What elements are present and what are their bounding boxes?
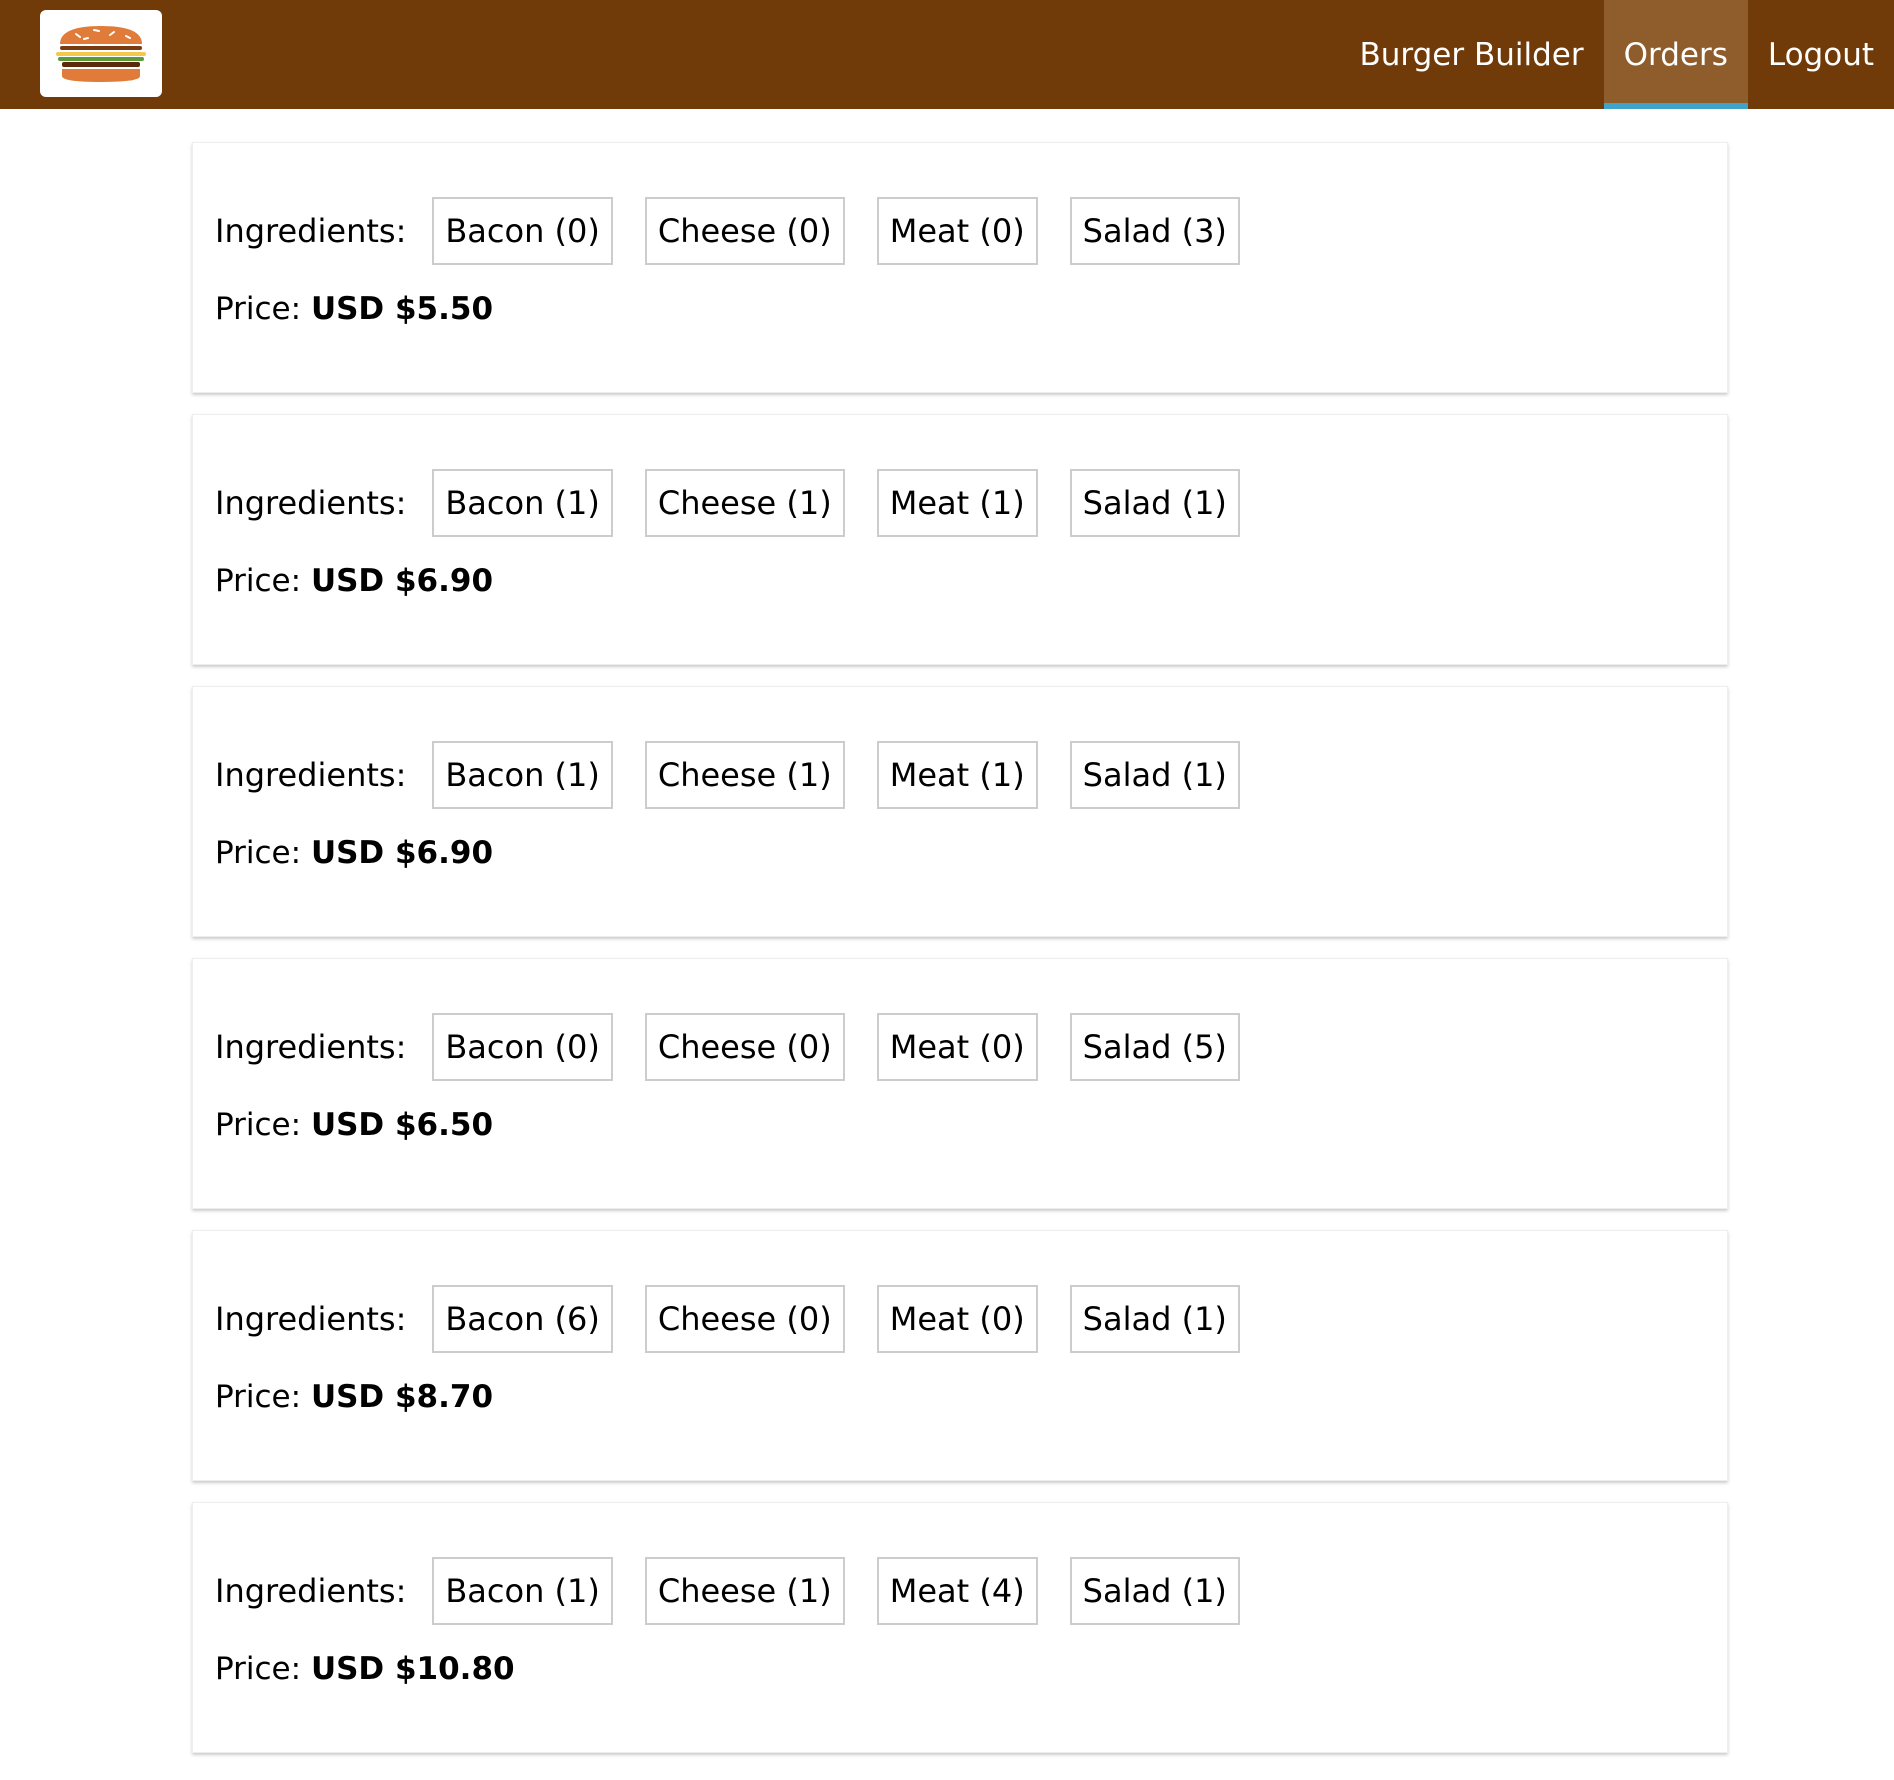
- price-value: USD $5.50: [310, 291, 494, 327]
- order-card: Ingredients: Bacon (0) Cheese (0) Meat (…: [192, 142, 1728, 393]
- order-price: Price: USD $6.90: [215, 563, 493, 599]
- order-price: Price: USD $8.70: [215, 1379, 493, 1415]
- ingredient-cheese: Cheese (0): [644, 1285, 845, 1353]
- ingredients-row: Ingredients: Bacon (0) Cheese (0) Meat (…: [215, 197, 1272, 265]
- ingredients-label: Ingredients:: [215, 756, 407, 794]
- ingredients-row: Ingredients: Bacon (0) Cheese (0) Meat (…: [215, 1013, 1272, 1081]
- ingredient-meat: Meat (0): [876, 1013, 1038, 1081]
- logo[interactable]: [40, 10, 162, 97]
- ingredient-bacon: Bacon (0): [432, 1013, 613, 1081]
- nav-item-logout[interactable]: Logout: [1748, 0, 1894, 109]
- ingredient-meat: Meat (0): [876, 197, 1038, 265]
- ingredient-bacon: Bacon (1): [432, 469, 613, 537]
- ingredient-meat: Meat (1): [876, 741, 1038, 809]
- ingredient-salad: Salad (1): [1069, 1557, 1240, 1625]
- nav-item-burger-builder[interactable]: Burger Builder: [1340, 0, 1604, 109]
- ingredients-label: Ingredients:: [215, 1572, 407, 1610]
- ingredient-meat: Meat (0): [876, 1285, 1038, 1353]
- order-price: Price: USD $10.80: [215, 1651, 515, 1687]
- ingredient-bacon: Bacon (1): [432, 1557, 613, 1625]
- ingredients-row: Ingredients: Bacon (1) Cheese (1) Meat (…: [215, 741, 1272, 809]
- ingredient-bacon: Bacon (1): [432, 741, 613, 809]
- burger-logo-icon: [56, 26, 146, 82]
- ingredient-salad: Salad (3): [1069, 197, 1240, 265]
- ingredient-salad: Salad (1): [1069, 741, 1240, 809]
- price-value: USD $6.90: [310, 563, 494, 599]
- ingredient-meat: Meat (1): [876, 469, 1038, 537]
- order-card: Ingredients: Bacon (6) Cheese (0) Meat (…: [192, 1230, 1728, 1481]
- price-value: USD $6.90: [310, 835, 494, 871]
- ingredients-row: Ingredients: Bacon (1) Cheese (1) Meat (…: [215, 469, 1272, 537]
- ingredient-bacon: Bacon (6): [432, 1285, 613, 1353]
- ingredient-cheese: Cheese (0): [644, 197, 845, 265]
- ingredients-row: Ingredients: Bacon (6) Cheese (0) Meat (…: [215, 1285, 1272, 1353]
- ingredients-label: Ingredients:: [215, 484, 407, 522]
- price-label: Price:: [215, 563, 302, 599]
- order-card: Ingredients: Bacon (0) Cheese (0) Meat (…: [192, 958, 1728, 1209]
- price-label: Price:: [215, 1107, 302, 1143]
- price-label: Price:: [215, 1379, 302, 1415]
- ingredient-meat: Meat (4): [876, 1557, 1038, 1625]
- order-price: Price: USD $6.90: [215, 835, 493, 871]
- ingredients-row: Ingredients: Bacon (1) Cheese (1) Meat (…: [215, 1557, 1272, 1625]
- ingredient-cheese: Cheese (1): [644, 741, 845, 809]
- toolbar: Burger Builder Orders Logout: [0, 0, 1894, 109]
- order-card: Ingredients: Bacon (1) Cheese (1) Meat (…: [192, 1502, 1728, 1753]
- nav-item-orders[interactable]: Orders: [1603, 0, 1749, 109]
- price-label: Price:: [215, 835, 302, 871]
- ingredient-cheese: Cheese (1): [644, 1557, 845, 1625]
- ingredients-label: Ingredients:: [215, 1028, 407, 1066]
- orders-list: Ingredients: Bacon (0) Cheese (0) Meat (…: [192, 142, 1728, 1774]
- ingredient-bacon: Bacon (0): [432, 197, 613, 265]
- order-card: Ingredients: Bacon (1) Cheese (1) Meat (…: [192, 414, 1728, 665]
- price-value: USD $8.70: [310, 1379, 494, 1415]
- ingredients-label: Ingredients:: [215, 212, 407, 250]
- price-label: Price:: [215, 291, 302, 327]
- ingredient-salad: Salad (1): [1069, 1285, 1240, 1353]
- ingredient-salad: Salad (5): [1069, 1013, 1240, 1081]
- ingredient-cheese: Cheese (1): [644, 469, 845, 537]
- ingredients-label: Ingredients:: [215, 1300, 407, 1338]
- price-value: USD $6.50: [310, 1107, 494, 1143]
- order-price: Price: USD $5.50: [215, 291, 493, 327]
- price-value: USD $10.80: [310, 1651, 515, 1687]
- ingredient-salad: Salad (1): [1069, 469, 1240, 537]
- order-price: Price: USD $6.50: [215, 1107, 493, 1143]
- ingredient-cheese: Cheese (0): [644, 1013, 845, 1081]
- price-label: Price:: [215, 1651, 302, 1687]
- main-nav: Burger Builder Orders Logout: [1340, 0, 1894, 109]
- order-card: Ingredients: Bacon (1) Cheese (1) Meat (…: [192, 686, 1728, 937]
